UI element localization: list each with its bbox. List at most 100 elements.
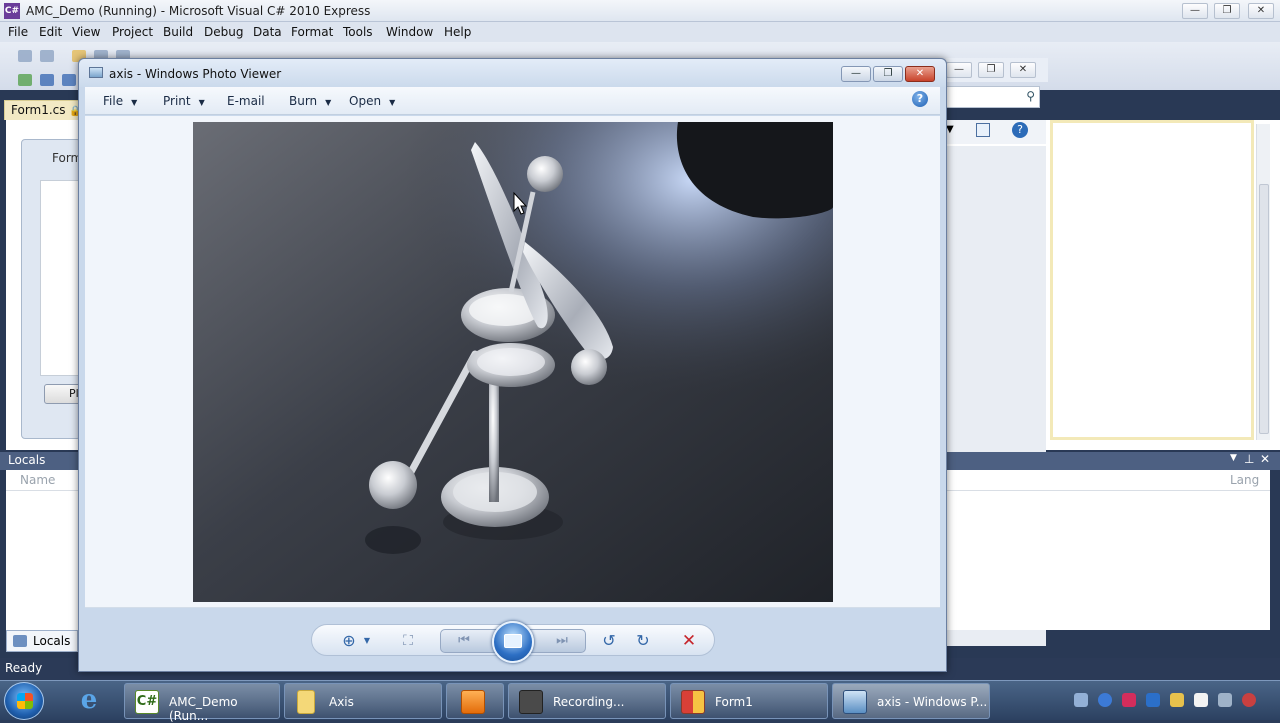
restore-button[interactable]: ❐ — [1214, 3, 1240, 19]
visual-studio-icon: C# — [4, 3, 20, 19]
windows-logo-icon — [17, 693, 33, 709]
open-menu[interactable]: Open ▼ — [349, 94, 395, 108]
vs-menu-bar: File Edit View Project Build Debug Data … — [0, 22, 1280, 42]
close-button[interactable]: ✕ — [905, 66, 935, 82]
pin-icon[interactable]: ⊥ — [1244, 452, 1254, 466]
zoom-dropdown-icon[interactable]: ▼ — [356, 630, 378, 652]
email-button[interactable]: E-mail — [227, 94, 265, 108]
task-photo-viewer[interactable]: axis - Windows P... — [832, 683, 990, 719]
help-icon[interactable]: ? — [1012, 122, 1028, 138]
photo-viewer-window: axis - Windows Photo Viewer — ❐ ✕ File ▼ … — [78, 58, 947, 672]
task-recording-label: Recording... — [553, 695, 625, 709]
recorder-icon — [519, 690, 543, 714]
file-menu-label: File — [103, 94, 124, 108]
taskbar: e C# AMC_Demo (Run... Axis Recording... … — [0, 680, 1280, 723]
volume-icon[interactable] — [1242, 693, 1256, 707]
pause-icon[interactable] — [40, 74, 54, 86]
task-media-player[interactable] — [446, 683, 504, 719]
bg-restore-button[interactable]: ❐ — [978, 62, 1004, 78]
photo-viewer-icon — [89, 67, 103, 78]
image-canvas — [85, 116, 940, 608]
background-window-caption: — ❐ ✕ — [946, 58, 1048, 82]
task-form1[interactable]: Form1 — [670, 683, 828, 719]
menu-data[interactable]: Data — [253, 25, 282, 39]
locals-title: Locals — [8, 453, 46, 467]
property-pages-icon[interactable] — [976, 123, 990, 137]
file-menu[interactable]: File ▼ — [103, 94, 137, 108]
navigation-bar: ⊕ ▼ ⛶ ⏮ ⏭ ↺ ↻ ✕ — [311, 621, 715, 663]
sync-icon[interactable] — [1146, 693, 1160, 707]
display-icon[interactable] — [1218, 693, 1232, 707]
menu-project[interactable]: Project — [112, 25, 153, 39]
minimize-button[interactable]: — — [1182, 3, 1208, 19]
bluetooth-icon[interactable] — [1098, 693, 1112, 707]
delete-icon[interactable]: ✕ — [678, 630, 700, 652]
bg-close-button[interactable]: ✕ — [1010, 62, 1036, 78]
menu-file[interactable]: File — [8, 25, 28, 39]
previous-icon[interactable]: ⏮ — [453, 630, 475, 652]
slideshow-button[interactable] — [492, 621, 534, 663]
print-menu-label: Print — [163, 94, 191, 108]
add-item-icon[interactable] — [40, 50, 54, 62]
print-menu[interactable]: Print ▼ — [163, 94, 205, 108]
task-axis-label: Axis — [329, 695, 354, 709]
menu-build[interactable]: Build — [163, 25, 193, 39]
menu-tools[interactable]: Tools — [343, 25, 373, 39]
form-icon — [681, 690, 705, 714]
maximize-button[interactable]: ❐ — [873, 66, 903, 82]
document-tab-form1[interactable]: Form1.cs 🔒 — [4, 100, 89, 120]
chevron-down-icon: ▼ — [131, 98, 138, 107]
vs-window-title: AMC_Demo (Running) - Microsoft Visual C#… — [26, 4, 371, 18]
rotate-counterclockwise-icon[interactable]: ↺ — [598, 630, 620, 652]
chevron-down-icon: ▼ — [325, 98, 332, 107]
properties-toolbar: ▼ ? — [946, 120, 1046, 144]
task-axis-folder[interactable]: Axis — [284, 683, 442, 719]
next-icon[interactable]: ⏭ — [551, 630, 573, 652]
scrollbar-thumb[interactable] — [1259, 184, 1269, 434]
locals-column-language[interactable]: Lang — [1230, 473, 1259, 487]
folder-icon — [297, 690, 315, 714]
lock-icon[interactable] — [1170, 693, 1184, 707]
menu-view[interactable]: View — [72, 25, 100, 39]
photo-viewer-title-bar[interactable]: axis - Windows Photo Viewer — ❐ ✕ — [79, 59, 946, 87]
app-tray-icon[interactable] — [1122, 693, 1136, 707]
actual-size-icon[interactable]: ⛶ — [397, 630, 419, 652]
stop-icon[interactable] — [62, 74, 76, 86]
dropdown-arrow-icon[interactable]: ▼ — [946, 124, 954, 135]
open-menu-label: Open — [349, 94, 382, 108]
vertical-scrollbar[interactable] — [1256, 124, 1270, 440]
network-icon[interactable] — [1074, 693, 1088, 707]
csharp-icon: C# — [135, 690, 159, 714]
task-photo-viewer-label: axis - Windows P... — [877, 695, 988, 709]
flag-icon[interactable] — [1194, 693, 1208, 707]
menu-help[interactable]: Help — [444, 25, 471, 39]
form-play-button[interactable]: Pl — [44, 384, 82, 404]
menu-edit[interactable]: Edit — [39, 25, 62, 39]
help-icon[interactable]: ? — [912, 91, 928, 107]
locals-tab-label: Locals — [33, 634, 71, 648]
burn-menu[interactable]: Burn ▼ — [289, 94, 331, 108]
bg-minimize-button[interactable]: — — [946, 62, 972, 78]
locals-tab[interactable]: Locals — [6, 630, 78, 652]
task-recording[interactable]: Recording... — [508, 683, 666, 719]
task-vs-label: AMC_Demo (Run... — [169, 695, 238, 723]
search-icon[interactable]: ⚲ — [1026, 89, 1035, 103]
minimize-button[interactable]: — — [841, 66, 871, 82]
search-box[interactable]: ⚲ — [946, 86, 1040, 108]
task-vs[interactable]: C# AMC_Demo (Run... — [124, 683, 280, 723]
menu-window[interactable]: Window — [386, 25, 433, 39]
continue-icon[interactable] — [18, 74, 32, 86]
menu-debug[interactable]: Debug — [204, 25, 243, 39]
rotate-clockwise-icon[interactable]: ↻ — [632, 630, 654, 652]
dropdown-icon[interactable]: ▼ — [1230, 453, 1237, 463]
new-project-icon[interactable] — [18, 50, 32, 62]
photo-viewer-title: axis - Windows Photo Viewer — [109, 67, 282, 81]
close-button[interactable]: ✕ — [1248, 3, 1274, 19]
internet-explorer-icon[interactable]: e — [70, 683, 108, 717]
close-icon[interactable]: ✕ — [1260, 452, 1270, 466]
menu-format[interactable]: Format — [291, 25, 333, 39]
locals-column-name[interactable]: Name — [20, 473, 55, 487]
command-bar: File ▼ Print ▼ E-mail Burn ▼ Open ▼ ? — [85, 87, 940, 115]
chevron-down-icon: ▼ — [389, 98, 396, 107]
start-button[interactable] — [4, 682, 44, 720]
